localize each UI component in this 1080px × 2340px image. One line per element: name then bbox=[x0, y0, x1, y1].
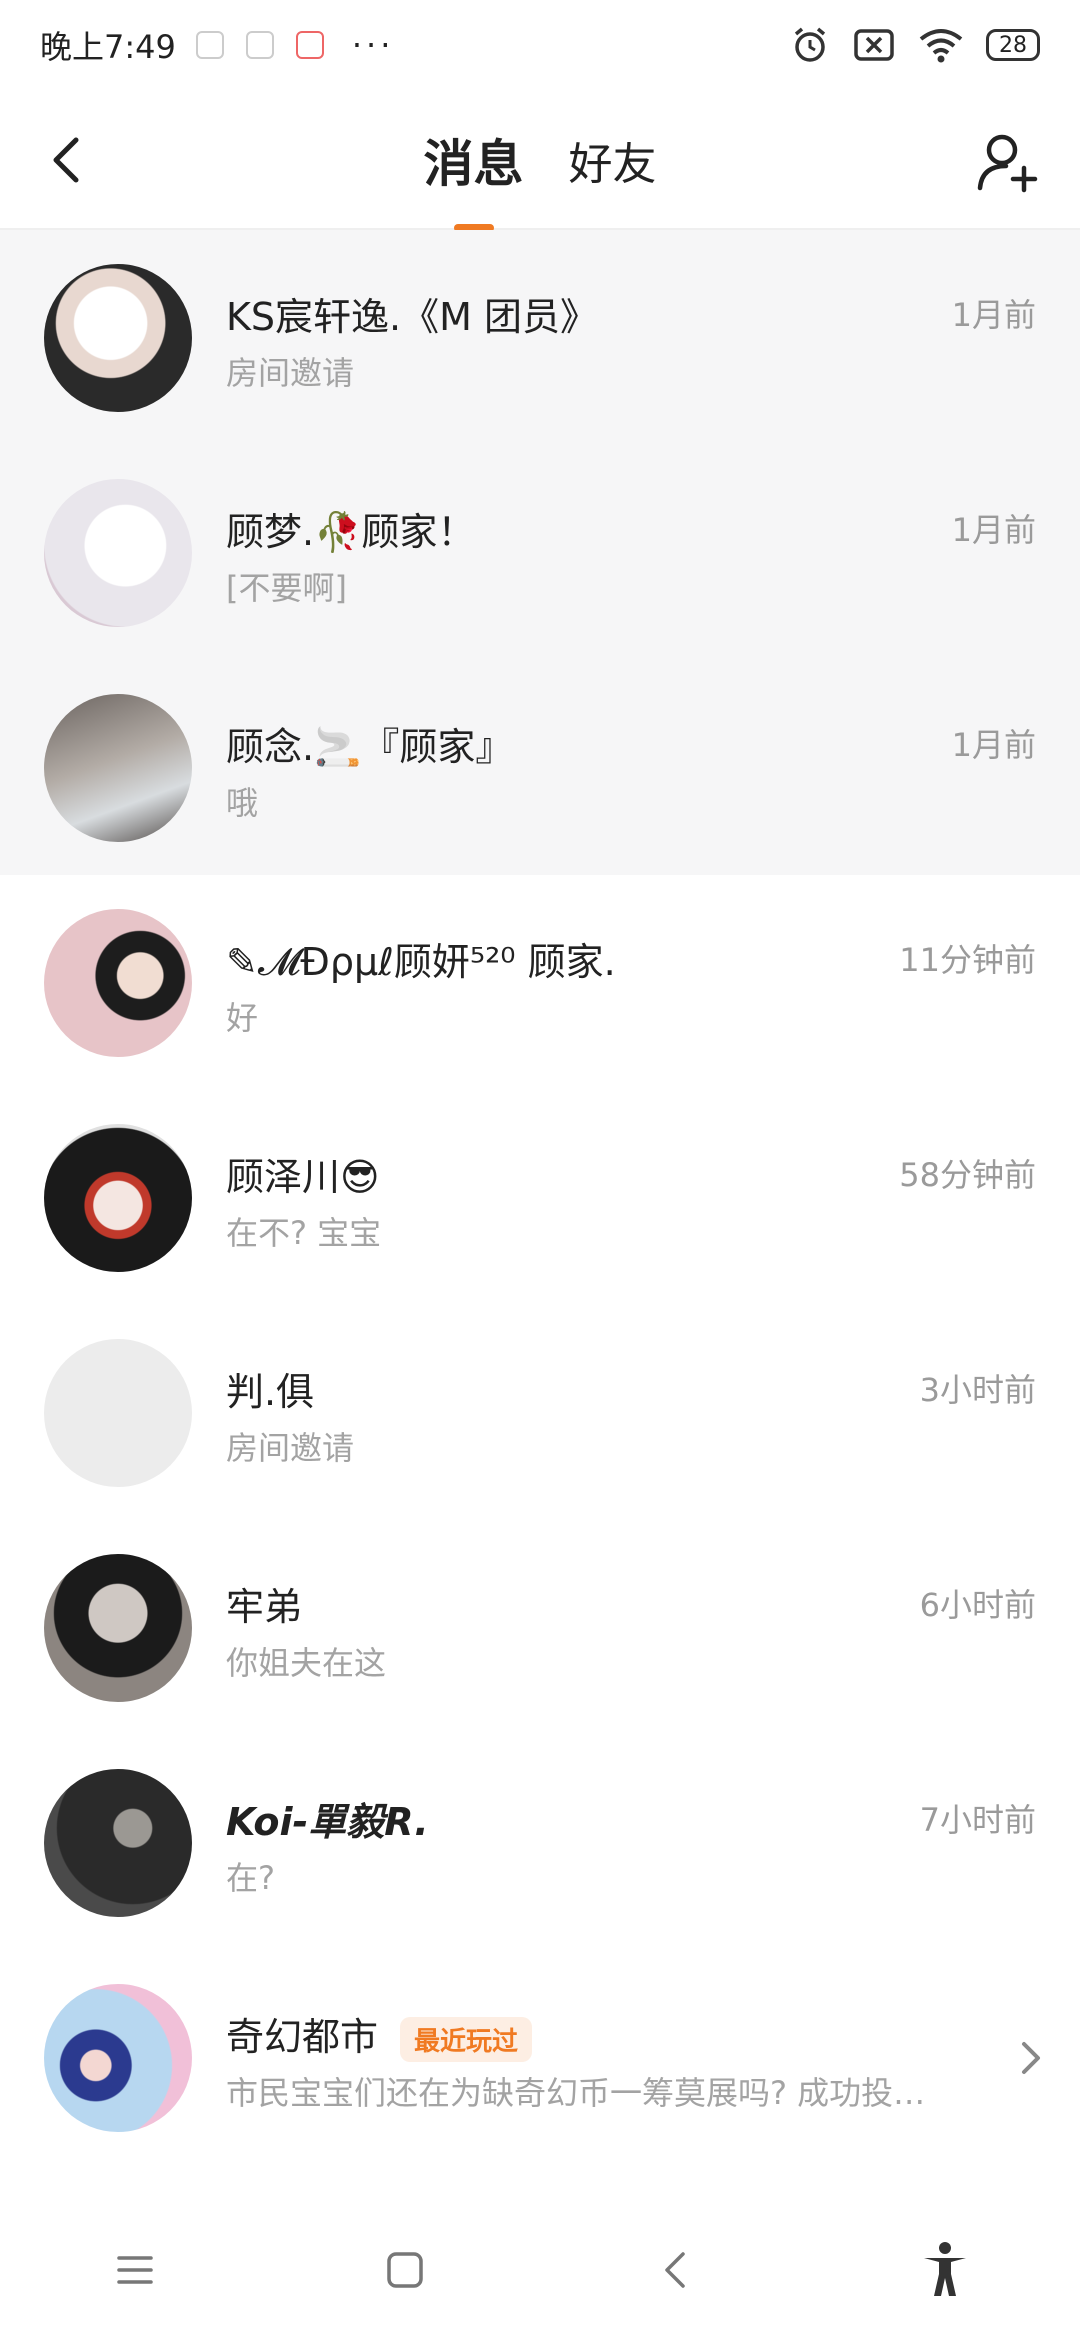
pinned-conversations: KS宸轩逸.《M 团员》 1月前 房间邀请 顾梦.🥀顾家！ 1月前 [不要啊] … bbox=[0, 230, 1080, 875]
conversation-row[interactable]: KS宸轩逸.《M 团员》 1月前 房间邀请 bbox=[0, 230, 1080, 445]
sim-disabled-icon bbox=[854, 29, 894, 61]
conversation-row[interactable]: 顾梦.🥀顾家！ 1月前 [不要啊] bbox=[0, 445, 1080, 660]
contact-name: 顾念.🚬『顾家』 bbox=[226, 725, 514, 769]
message-preview: 房间邀请 bbox=[226, 1429, 355, 1467]
alarm-icon bbox=[794, 27, 826, 62]
avatar bbox=[44, 1338, 192, 1487]
message-time: 1月前 bbox=[951, 511, 1036, 549]
wifi-icon bbox=[919, 29, 963, 63]
top-header: 消息 好友 bbox=[0, 90, 1080, 230]
more-notifications-icon: ··· bbox=[351, 26, 395, 64]
promo-name: 奇幻都市 bbox=[226, 2015, 379, 2059]
home-button[interactable] bbox=[375, 2240, 435, 2300]
promo-preview: 市民宝宝们还在为缺奇幻币一筹莫展吗? 成功投… bbox=[226, 2074, 926, 2112]
message-preview: 哦 bbox=[226, 784, 259, 822]
conversation-list: KS宸轩逸.《M 团员》 1月前 房间邀请 顾梦.🥀顾家！ 1月前 [不要啊] … bbox=[0, 230, 1080, 2165]
back-icon bbox=[665, 2252, 685, 2288]
contact-name: 判.俱 bbox=[226, 1370, 315, 1414]
message-time: 58分钟前 bbox=[899, 1156, 1036, 1194]
avatar bbox=[44, 693, 192, 842]
promo-title: 奇幻都市 最近玩过 bbox=[226, 2006, 533, 2062]
message-preview: 房间邀请 bbox=[226, 354, 355, 392]
contact-name: KS宸轩逸.《M 团员》 bbox=[226, 295, 598, 339]
menu-button[interactable] bbox=[105, 2240, 165, 2300]
accessibility-icon bbox=[924, 2242, 966, 2296]
tab-bar: 消息 好友 bbox=[0, 90, 1080, 230]
chevron-right-icon bbox=[1022, 2041, 1040, 2074]
conversation-row[interactable]: 牢弟 6小时前 你姐夫在这 bbox=[0, 1520, 1080, 1735]
avatar bbox=[44, 478, 192, 627]
contact-name: 顾泽川😎 bbox=[226, 1155, 380, 1199]
tab-messages[interactable]: 消息 bbox=[424, 124, 524, 196]
message-time: 11分钟前 bbox=[899, 941, 1036, 979]
app-notification-icon bbox=[245, 31, 274, 59]
system-navigation-bar bbox=[0, 2200, 1080, 2340]
app-notification-icon bbox=[295, 31, 324, 59]
contact-name: 顾梦.🥀顾家！ bbox=[226, 510, 476, 554]
message-time: 3小时前 bbox=[919, 1371, 1036, 1409]
avatar bbox=[44, 263, 192, 412]
status-time: 晚上7:49 bbox=[40, 28, 176, 66]
menu-icon bbox=[117, 2256, 153, 2284]
message-time: 6小时前 bbox=[919, 1586, 1036, 1624]
conversation-row[interactable]: Koi-單毅R. 7小时前 在? bbox=[0, 1735, 1080, 1950]
battery-level: 28 bbox=[999, 32, 1027, 58]
conversation-row[interactable]: ✎𝓜Ɖρµℓ顾妍⁵²⁰ 顾家. 11分钟前 好 bbox=[0, 875, 1080, 1090]
conversation-row[interactable]: 顾泽川😎 58分钟前 在不? 宝宝 bbox=[0, 1090, 1080, 1305]
message-preview: 在不? 宝宝 bbox=[226, 1214, 382, 1252]
promo-row[interactable]: 奇幻都市 最近玩过 市民宝宝们还在为缺奇幻币一筹莫展吗? 成功投… bbox=[0, 1950, 1080, 2165]
message-preview: 好 bbox=[226, 999, 259, 1037]
conversation-row[interactable]: 顾念.🚬『顾家』 1月前 哦 bbox=[0, 660, 1080, 875]
system-back-button[interactable] bbox=[645, 2240, 705, 2300]
avatar bbox=[44, 1553, 192, 1702]
tab-friends[interactable]: 好友 bbox=[569, 128, 657, 192]
battery-icon: 28 bbox=[986, 29, 1040, 61]
message-time: 7小时前 bbox=[919, 1801, 1036, 1839]
message-preview: [不要啊] bbox=[226, 569, 347, 607]
avatar bbox=[44, 1983, 192, 2132]
conversation-row[interactable]: 判.俱 3小时前 房间邀请 bbox=[0, 1305, 1080, 1520]
message-time: 1月前 bbox=[951, 296, 1036, 334]
add-friend-button[interactable] bbox=[976, 130, 1040, 194]
contact-name: 牢弟 bbox=[226, 1585, 303, 1629]
avatar bbox=[44, 908, 192, 1057]
app-notification-icon bbox=[195, 31, 224, 59]
contact-name: Koi-單毅R. bbox=[226, 1800, 429, 1844]
message-time: 1月前 bbox=[951, 726, 1036, 764]
recently-played-badge: 最近玩过 bbox=[400, 2017, 533, 2062]
message-preview: 在? bbox=[226, 1859, 275, 1897]
status-bar: 晚上7:49 ··· 28 bbox=[0, 0, 1080, 90]
avatar bbox=[44, 1768, 192, 1917]
accessibility-button[interactable] bbox=[915, 2240, 975, 2300]
home-square-icon bbox=[387, 2252, 423, 2288]
add-user-icon bbox=[977, 134, 1038, 193]
avatar bbox=[44, 1123, 192, 1272]
message-preview: 你姐夫在这 bbox=[226, 1644, 387, 1682]
contact-name: ✎𝓜Ɖρµℓ顾妍⁵²⁰ 顾家. bbox=[226, 940, 616, 984]
